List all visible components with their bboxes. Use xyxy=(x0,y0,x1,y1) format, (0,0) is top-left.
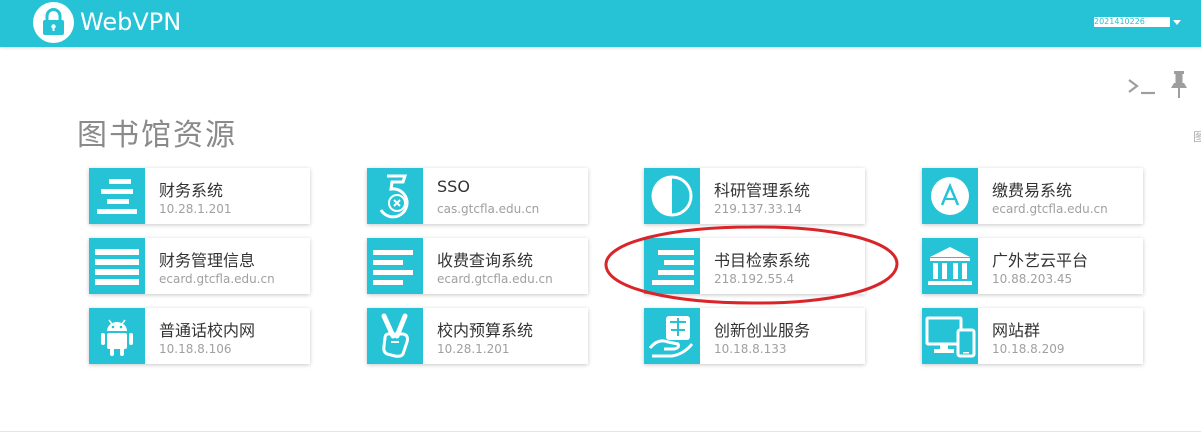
bank-icon xyxy=(922,238,978,294)
resource-address: 10.28.1.201 xyxy=(437,342,510,356)
resource-card[interactable]: 缴费易系统 ecard.gtcfla.edu.cn xyxy=(922,168,1143,224)
triangle-circle-icon xyxy=(922,168,978,224)
resource-name: 缴费易系统 xyxy=(992,181,1073,200)
resource-name: 财务系统 xyxy=(159,181,224,200)
resource-name: SSO xyxy=(437,177,470,196)
resource-address: cas.gtcfla.edu.cn xyxy=(437,202,540,216)
lock-logo-icon[interactable] xyxy=(33,2,74,43)
resource-address: 10.28.1.201 xyxy=(159,202,232,216)
bottom-divider xyxy=(0,431,1201,432)
resource-name: 财务管理信息 xyxy=(159,251,256,270)
resource-card[interactable]: 财务管理信息 ecard.gtcfla.edu.cn xyxy=(89,238,310,294)
victory-hand-icon xyxy=(367,308,423,364)
resource-card[interactable]: SSO cas.gtcfla.edu.cn xyxy=(367,168,588,224)
list-left-icon xyxy=(367,238,423,294)
terminal-icon[interactable] xyxy=(1127,76,1157,96)
user-menu[interactable]: 2021410226 xyxy=(1094,15,1181,29)
resource-address: 219.137.33.14 xyxy=(714,202,802,216)
resource-card[interactable]: 普通话校内网 10.18.8.106 xyxy=(89,308,310,364)
resource-name: 书目检索系统 xyxy=(714,251,811,270)
sso-five-icon xyxy=(367,168,423,224)
resource-card[interactable]: 书目检索系统 218.192.55.4 xyxy=(644,238,865,294)
resource-address: ecard.gtcfla.edu.cn xyxy=(159,272,275,286)
resource-address: 10.88.203.45 xyxy=(992,272,1073,286)
resource-card[interactable]: 创新创业服务 10.18.8.133 xyxy=(644,308,865,364)
edge-text: 图 xyxy=(1193,130,1201,144)
resource-address: 10.18.8.133 xyxy=(714,342,787,356)
android-icon xyxy=(89,308,145,364)
resource-card[interactable]: 广外艺云平台 10.88.203.45 xyxy=(922,238,1143,294)
list-right-icon xyxy=(644,238,700,294)
resource-name: 广外艺云平台 xyxy=(992,251,1089,270)
resource-name: 校内预算系统 xyxy=(437,321,534,340)
resource-card[interactable]: 校内预算系统 10.28.1.201 xyxy=(367,308,588,364)
resource-card[interactable]: 收费查询系统 ecard.gtcfla.edu.cn xyxy=(367,238,588,294)
resource-name: 创新创业服务 xyxy=(714,321,811,340)
top-navbar: WebVPN 2021410226 xyxy=(0,0,1201,47)
section-title: 图书馆资源 xyxy=(77,118,237,153)
resource-address: ecard.gtcfla.edu.cn xyxy=(992,202,1108,216)
half-circle-icon xyxy=(644,168,700,224)
resource-card[interactable]: 科研管理系统 219.137.33.14 xyxy=(644,168,865,224)
devices-icon xyxy=(922,308,978,364)
resource-name: 普通话校内网 xyxy=(159,321,256,340)
resource-name: 收费查询系统 xyxy=(437,251,534,270)
resource-address: 10.18.8.209 xyxy=(992,342,1065,356)
pin-icon[interactable] xyxy=(1169,70,1189,100)
list-lines-icon xyxy=(89,238,145,294)
brand-title[interactable]: WebVPN xyxy=(80,8,181,36)
resource-card[interactable]: 网站群 10.18.8.209 xyxy=(922,308,1143,364)
user-name: 2021410226 xyxy=(1094,17,1170,27)
tax-hand-icon xyxy=(644,308,700,364)
resource-name: 科研管理系统 xyxy=(714,181,811,200)
resource-card[interactable]: 财务系统 10.28.1.201 xyxy=(89,168,310,224)
chevron-down-icon xyxy=(1173,19,1181,25)
resource-address: 218.192.55.4 xyxy=(714,272,795,286)
resource-address: 10.18.8.106 xyxy=(159,342,232,356)
list-align-icon xyxy=(89,168,145,224)
resource-name: 网站群 xyxy=(992,321,1041,340)
resource-address: ecard.gtcfla.edu.cn xyxy=(437,272,553,286)
